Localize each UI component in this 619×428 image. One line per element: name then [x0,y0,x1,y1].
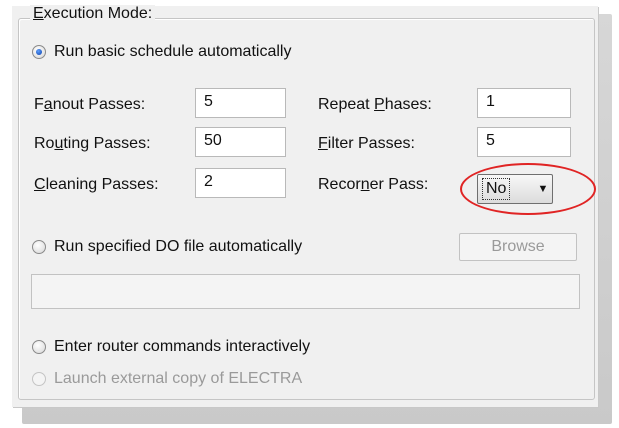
radio-launch-electra [32,372,46,386]
recorner-label-mnemonic: n [360,176,370,193]
filter-label-mnemonic: F [318,135,328,152]
browse-button[interactable]: Browse [459,233,577,261]
routing-label-pre: Ro [34,135,55,152]
filter-passes-label: Filter Passes: [318,135,415,153]
radio-run-do[interactable] [32,240,46,254]
fanout-label-pre: F [34,96,44,113]
radio-run-do-label[interactable]: Run specified DO file automatically [54,238,302,256]
radio-launch-electra-row: Launch external copy of ELECTRA [32,370,302,388]
group-title: Execution Mode: [30,5,156,23]
routing-label-post: ting Passes: [63,135,151,152]
group-title-rest: xecution Mode: [43,5,153,22]
radio-run-basic-row[interactable]: Run basic schedule automatically [32,43,291,61]
repeat-label-post: hases: [384,96,432,113]
routing-passes-input[interactable]: 50 [195,127,286,157]
radio-enter-commands-row[interactable]: Enter router commands interactively [32,338,310,356]
fanout-label-post: nout Passes: [52,96,146,113]
radio-enter-commands-label[interactable]: Enter router commands interactively [54,338,310,356]
recorner-pass-label: Recorner Pass: [318,176,428,194]
radio-run-do-row[interactable]: Run specified DO file automatically [32,238,302,256]
fanout-passes-label: Fanout Passes: [34,96,145,114]
fanout-label-mnemonic: a [43,96,53,113]
repeat-label-pre: Repeat [318,96,375,113]
recorner-label-post: er Pass: [369,176,429,193]
highlight-ellipse [460,163,596,215]
cleaning-label-post: leaning Passes: [45,176,159,193]
filter-passes-input[interactable]: 5 [477,127,571,157]
repeat-phases-label: Repeat Phases: [318,96,432,114]
cleaning-passes-input[interactable]: 2 [195,168,286,198]
cleaning-passes-label: Cleaning Passes: [34,176,159,194]
radio-run-basic-label[interactable]: Run basic schedule automatically [54,43,291,61]
fanout-passes-input[interactable]: 5 [195,88,286,118]
recorner-label-pre: Recor [318,176,361,193]
routing-passes-label: Routing Passes: [34,135,151,153]
repeat-phases-input[interactable]: 1 [477,88,571,118]
radio-run-basic[interactable] [32,45,46,59]
cleaning-label-mnemonic: C [34,176,46,193]
repeat-label-mnemonic: P [374,96,385,113]
group-title-mnemonic: E [33,5,44,22]
do-file-path-input[interactable] [31,274,580,309]
radio-enter-commands[interactable] [32,340,46,354]
filter-label-post: ilter Passes: [327,135,415,152]
radio-launch-electra-label: Launch external copy of ELECTRA [54,370,303,387]
